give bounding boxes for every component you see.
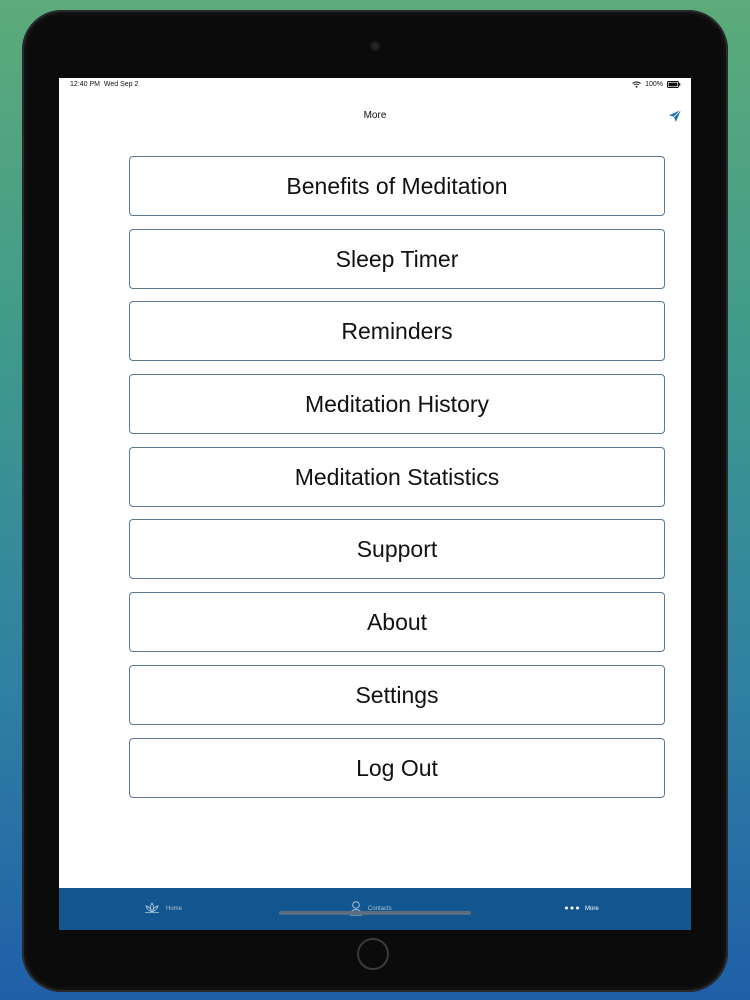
- wifi-icon: [632, 81, 641, 88]
- page-title: More: [363, 110, 387, 121]
- sleep-timer-button[interactable]: Sleep Timer: [129, 228, 665, 289]
- status-time: 12:40 PM: [70, 81, 100, 88]
- status-date: Wed Sep 2: [103, 81, 139, 88]
- log-out-button[interactable]: Log Out: [129, 737, 665, 798]
- more-dots-icon: [564, 905, 580, 913]
- battery-icon: [667, 81, 681, 88]
- person-icon: [349, 900, 363, 918]
- support-button[interactable]: Support: [129, 519, 665, 580]
- front-camera: [370, 41, 380, 51]
- home-button[interactable]: [357, 938, 389, 970]
- home-indicator: [279, 911, 471, 915]
- tab-contacts[interactable]: Contacts: [349, 897, 392, 921]
- settings-button[interactable]: Settings: [129, 664, 665, 725]
- status-right: 100%: [632, 81, 681, 88]
- battery-percent: 100%: [645, 81, 663, 88]
- more-menu: Benefits of Meditation Sleep Timer Remin…: [129, 156, 665, 810]
- tablet-frame: 12:40 PM Wed Sep 2 100% More Benefits of…: [22, 10, 728, 992]
- tab-home[interactable]: Home: [143, 897, 182, 921]
- status-time-date: 12:40 PM Wed Sep 2: [70, 81, 138, 88]
- tab-more-label: More: [585, 906, 599, 912]
- tab-bar: Home Contacts More: [59, 888, 691, 930]
- status-bar: 12:40 PM Wed Sep 2 100%: [59, 78, 691, 96]
- meditation-statistics-button[interactable]: Meditation Statistics: [129, 446, 665, 507]
- tab-more[interactable]: More: [564, 897, 599, 921]
- navigation-bar: More: [59, 96, 691, 132]
- reminders-button[interactable]: Reminders: [129, 301, 665, 362]
- meditation-history-button[interactable]: Meditation History: [129, 374, 665, 435]
- benefits-of-meditation-button[interactable]: Benefits of Meditation: [129, 156, 665, 216]
- send-icon[interactable]: [667, 108, 683, 124]
- lotus-icon: [143, 902, 161, 916]
- app-screen: 12:40 PM Wed Sep 2 100% More Benefits of…: [59, 78, 691, 930]
- about-button[interactable]: About: [129, 592, 665, 653]
- tab-home-label: Home: [166, 906, 183, 912]
